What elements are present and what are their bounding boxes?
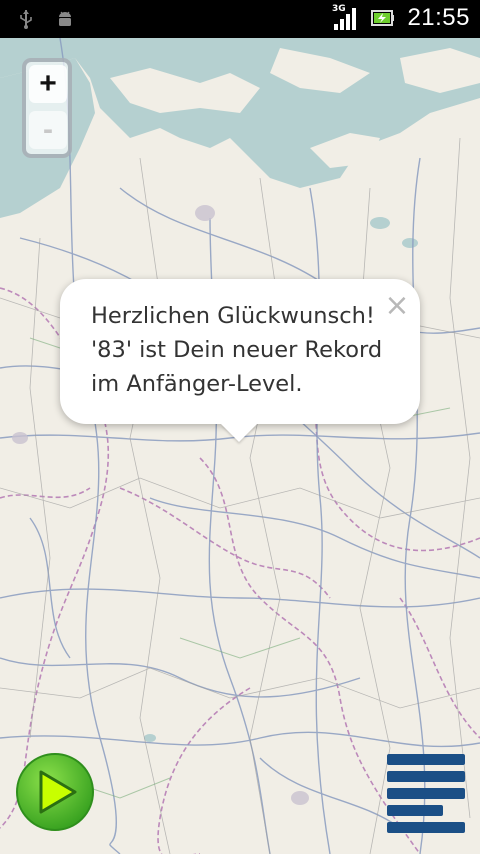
signal-icon [334,8,357,30]
popup-line: im Anfänger-Level. [91,371,303,397]
popup-line: '83' ist Dein neuer Rekord [91,337,383,363]
popup-message: Herzlichen Glückwunsch! '83' ist Dein ne… [91,299,401,401]
popup-line: Herzlichen Glückwunsch! [91,303,375,329]
zoom-in-button[interactable]: + [29,65,67,103]
android-debug-icon [59,11,71,26]
map-tiles [0,38,480,854]
record-popup: Herzlichen Glückwunsch! '83' ist Dein ne… [60,279,420,424]
close-icon[interactable]: × [382,291,412,321]
usb-icon [20,10,32,29]
clock: 21:55 [407,4,470,31]
zoom-out-button[interactable]: - [29,111,67,149]
zoom-control: + - [22,58,72,158]
play-icon[interactable] [15,752,95,832]
popup-pointer [221,424,257,442]
menu-icon[interactable] [385,752,467,834]
status-bar: 3G 21:55 [0,0,480,38]
map-view[interactable] [0,38,480,854]
battery-charging-icon [371,10,395,26]
